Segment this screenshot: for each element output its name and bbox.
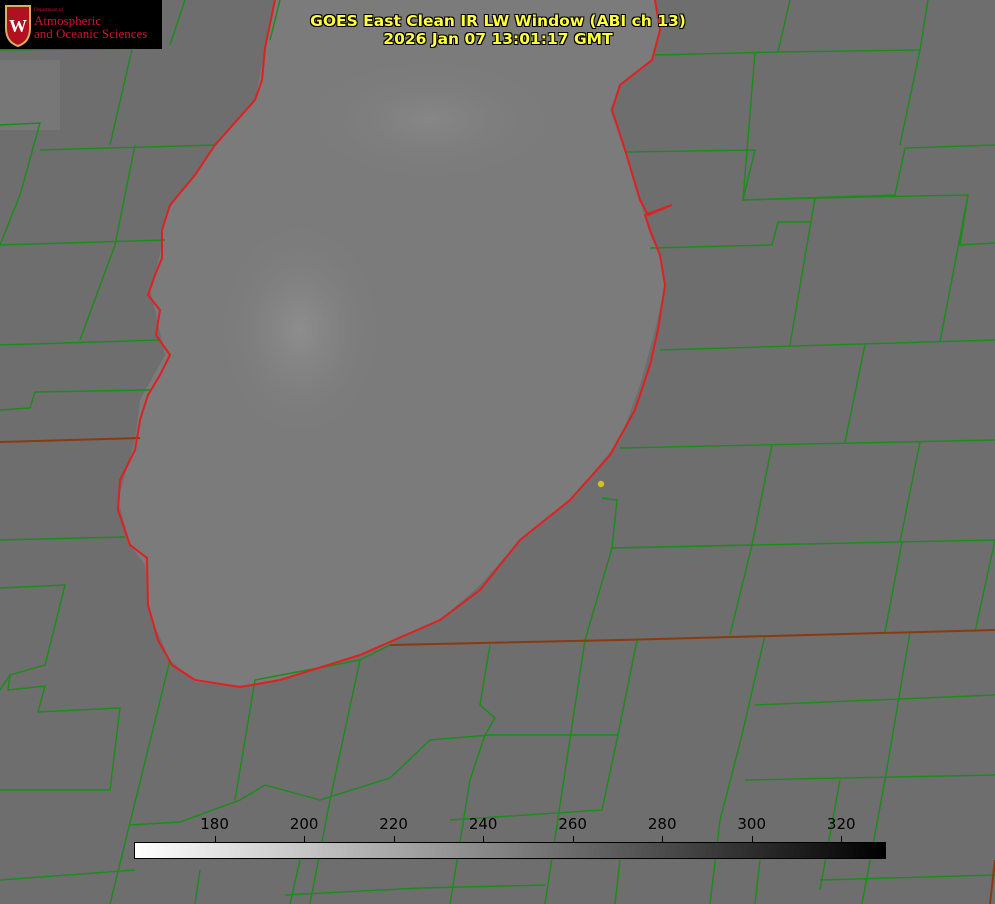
cloud-brightening bbox=[210, 210, 390, 450]
bright-patch bbox=[0, 60, 60, 130]
title-product: GOES East Clean IR LW Window (ABI ch 13) bbox=[310, 12, 686, 30]
svg-text:W: W bbox=[9, 16, 27, 36]
colorbar-tick-label: 260 bbox=[558, 815, 587, 833]
satellite-map bbox=[0, 0, 995, 904]
colorbar-tick-label: 300 bbox=[737, 815, 767, 833]
colorbar-tick-label: 220 bbox=[379, 815, 408, 833]
image-title: GOES East Clean IR LW Window (ABI ch 13)… bbox=[298, 12, 698, 48]
colorbar-tick-label: 280 bbox=[647, 815, 677, 833]
colorbar-tick-label: 320 bbox=[826, 815, 856, 833]
logo-line-2: and Oceanic Sciences bbox=[34, 26, 148, 41]
colorbar bbox=[134, 842, 886, 859]
colorbar-tick-label: 200 bbox=[289, 815, 319, 833]
title-timestamp: 2026 Jan 07 13:01:17 GMT bbox=[383, 30, 613, 48]
aos-logo: W Department of Atmospheric and Oceanic … bbox=[0, 0, 162, 49]
colorbar-tick-label: 240 bbox=[468, 815, 498, 833]
city-marker bbox=[597, 480, 605, 488]
uw-crest-icon: W bbox=[5, 5, 31, 48]
colorbar-tick-label: 180 bbox=[200, 815, 229, 833]
cloud-brightening-north bbox=[290, 50, 570, 190]
